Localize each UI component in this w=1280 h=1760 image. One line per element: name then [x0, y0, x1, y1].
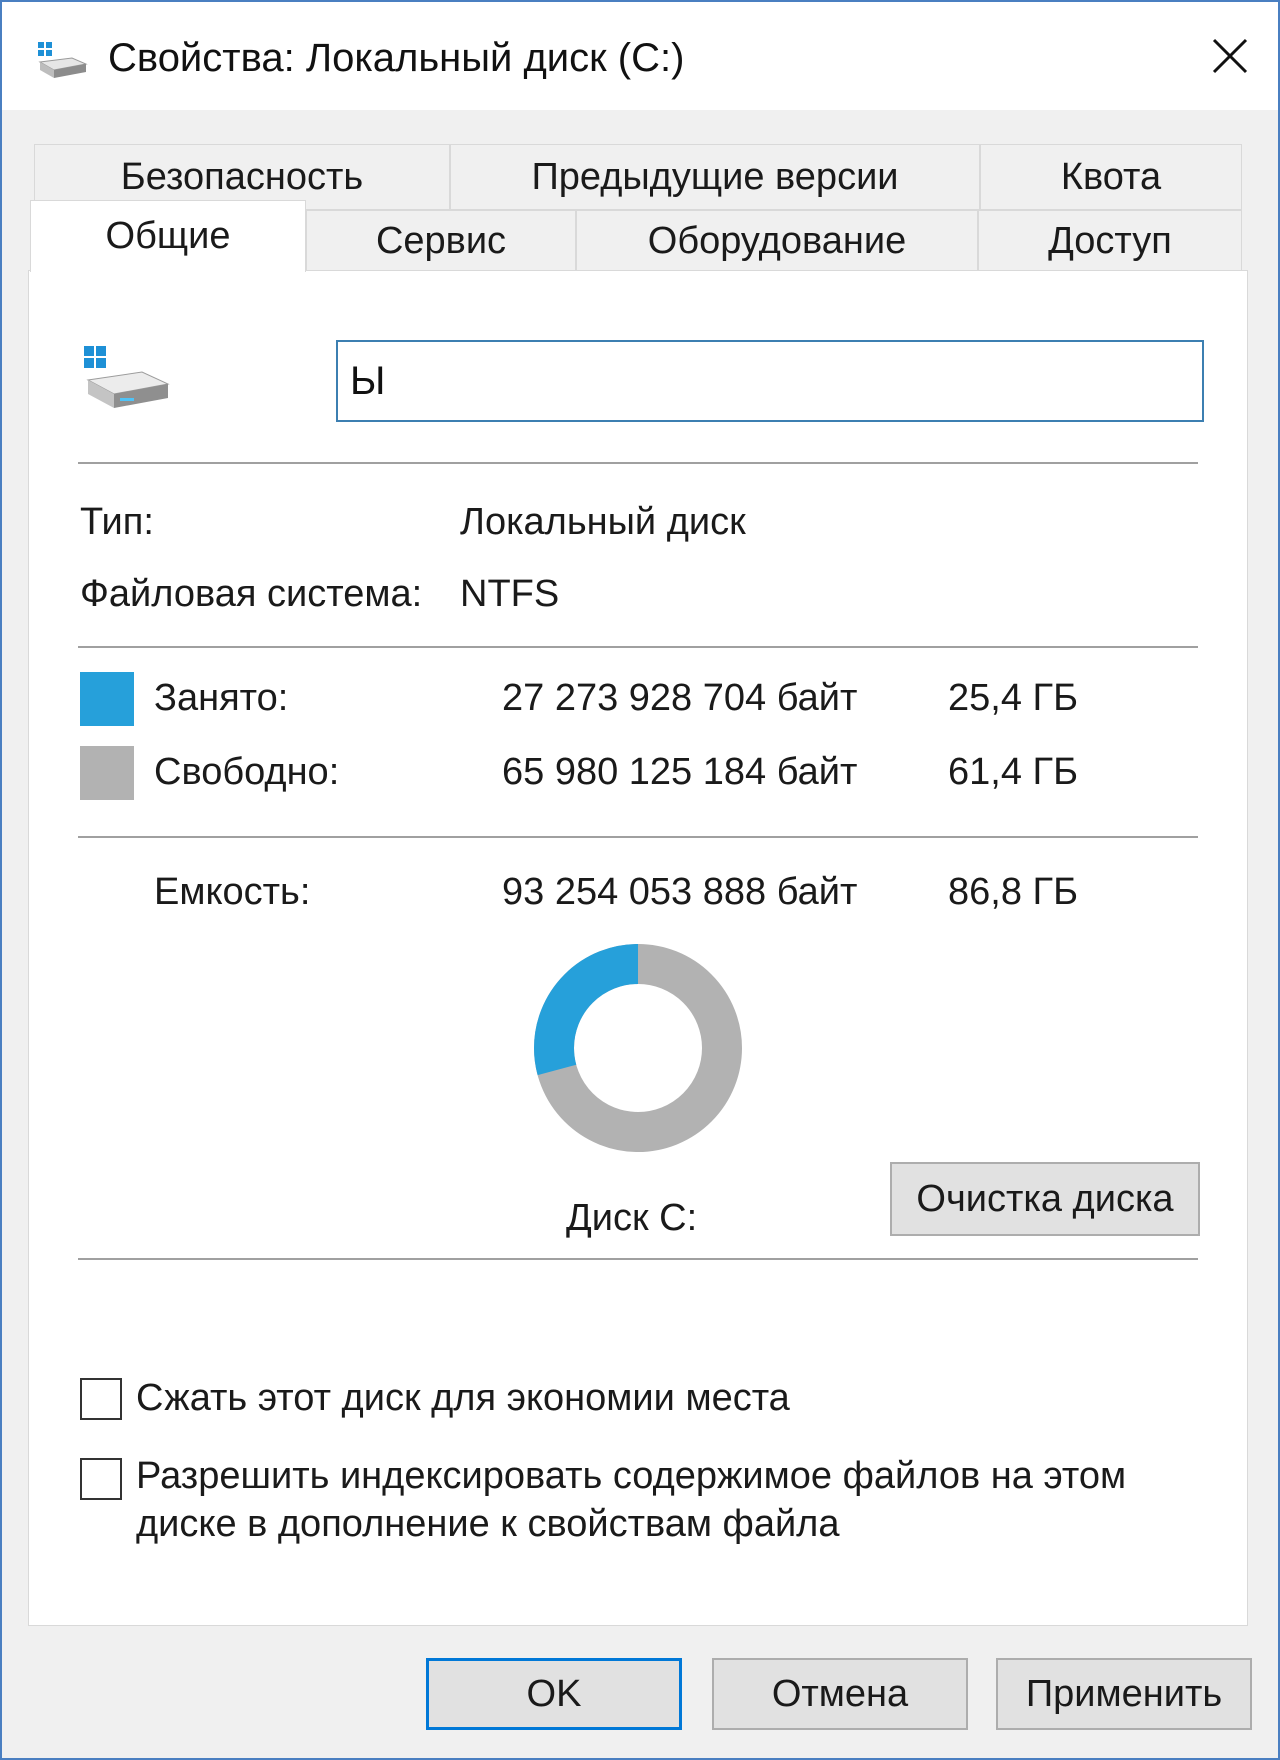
separator — [78, 462, 1198, 464]
usage-donut-chart — [534, 944, 742, 1152]
title-bar: Свойства: Локальный диск (C:) — [2, 2, 1278, 110]
ok-button-label: OK — [526, 1672, 582, 1715]
capacity-label: Емкость: — [154, 871, 311, 913]
compress-label: Сжать этот диск для экономии места — [136, 1377, 790, 1419]
disk-cleanup-button-label: Очистка диска — [916, 1177, 1174, 1220]
index-checkbox[interactable] — [80, 1458, 122, 1500]
free-space-swatch — [80, 746, 134, 800]
filesystem-value: NTFS — [460, 573, 560, 615]
tab-hardware-label: Оборудование — [647, 219, 907, 262]
drive-icon — [84, 346, 170, 408]
tab-general-label: Общие — [105, 215, 231, 257]
separator — [78, 646, 1198, 648]
tab-tools[interactable]: Сервис — [306, 210, 576, 272]
window-title: Свойства: Локальный диск (C:) — [108, 36, 685, 80]
type-label: Тип: — [80, 501, 154, 543]
cancel-button[interactable]: Отмена — [712, 1658, 968, 1730]
compress-checkbox[interactable] — [80, 1378, 122, 1420]
tab-security-label: Безопасность — [120, 155, 364, 198]
capacity-size: 86,8 ГБ — [948, 871, 1079, 913]
tab-sharing[interactable]: Доступ — [978, 210, 1242, 272]
type-value: Локальный диск — [460, 501, 746, 543]
capacity-bytes: 93 254 053 888 байт — [502, 871, 858, 913]
used-label: Занято: — [154, 677, 289, 719]
separator — [78, 836, 1198, 838]
tab-tools-label: Сервис — [375, 219, 507, 262]
tab-hardware[interactable]: Оборудование — [576, 210, 978, 272]
free-bytes: 65 980 125 184 байт — [502, 751, 858, 793]
volume-name-input[interactable] — [336, 340, 1204, 422]
filesystem-label: Файловая система: — [80, 573, 423, 615]
free-size: 61,4 ГБ — [948, 751, 1079, 793]
close-icon — [1212, 38, 1248, 74]
used-space-swatch — [80, 672, 134, 726]
drive-label: Диск C: — [566, 1197, 698, 1239]
tab-previous-versions-label: Предыдущие версии — [531, 155, 899, 198]
ok-button[interactable]: OK — [426, 1658, 682, 1730]
tab-sharing-label: Доступ — [1048, 219, 1172, 262]
cancel-button-label: Отмена — [771, 1672, 909, 1715]
tab-quota-label: Квота — [1060, 155, 1162, 198]
used-size: 25,4 ГБ — [948, 677, 1079, 719]
separator — [78, 1258, 1198, 1260]
drive-icon — [38, 42, 88, 78]
properties-window: Свойства: Локальный диск (C:) Безопаснос… — [0, 0, 1280, 1760]
index-label: Разрешить индексировать содержимое файло… — [136, 1455, 1127, 1545]
close-button[interactable] — [1182, 2, 1278, 110]
tab-quota[interactable]: Квота — [980, 144, 1242, 210]
tab-previous-versions[interactable]: Предыдущие версии — [450, 144, 980, 210]
tab-general[interactable]: Общие — [30, 200, 306, 272]
free-label: Свободно: — [154, 751, 340, 793]
disk-cleanup-button[interactable]: Очистка диска — [890, 1162, 1200, 1236]
apply-button-label: Применить — [1025, 1672, 1223, 1715]
used-bytes: 27 273 928 704 байт — [502, 677, 858, 719]
apply-button[interactable]: Применить — [996, 1658, 1252, 1730]
